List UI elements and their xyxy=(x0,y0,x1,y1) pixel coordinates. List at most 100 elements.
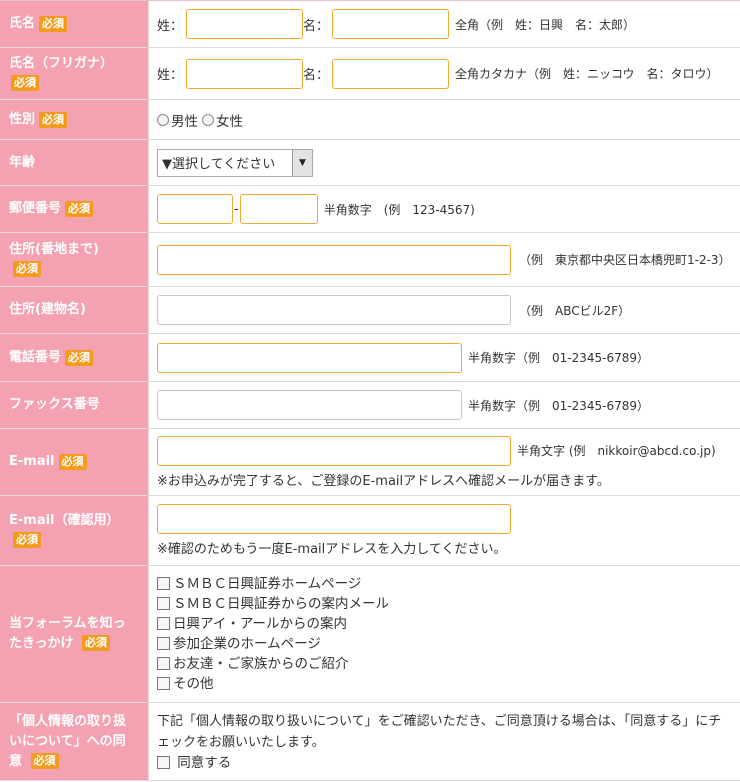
label-email-text: E-mail xyxy=(9,454,55,469)
zip-separator: - xyxy=(234,201,239,217)
row-privacy: 「個人情報の取り扱いについて」への同意 必須 下記「個人情報の取り扱いについて」… xyxy=(0,703,740,781)
address-hint: （例 東京都中央区日本橋兜町1-2-3） xyxy=(519,253,731,267)
building-hint: （例 ABCビル2F） xyxy=(519,303,631,318)
row-email: E-mail 必須 半角文字 (例 nikkoir@abcd.co.jp) ※お… xyxy=(0,429,740,496)
row-email-confirm: E-mail（確認用） 必須 ※確認のためもう一度E-mailアドレスを入力して… xyxy=(0,496,740,566)
source-checkbox[interactable] xyxy=(157,677,170,690)
address-input[interactable] xyxy=(157,244,511,275)
label-phone: 電話番号 必須 xyxy=(0,334,149,381)
label-furigana: 氏名（フリガナ） 必須 xyxy=(0,48,149,99)
required-badge: 必須 xyxy=(13,531,41,548)
chevron-down-icon[interactable]: ▼ xyxy=(292,149,312,176)
label-email-confirm: E-mail（確認用） 必須 xyxy=(0,496,149,565)
phone-hint: 半角数字（例 01-2345-6789） xyxy=(468,351,650,365)
first-name-input[interactable] xyxy=(332,9,450,39)
agree-checkbox[interactable] xyxy=(157,755,170,769)
required-badge: 必須 xyxy=(58,454,87,470)
source-option-label: ＳＭＢＣ日興証券ホームページ xyxy=(173,576,362,592)
source-option: 参加企業のホームページ xyxy=(157,634,740,654)
source-checkbox[interactable] xyxy=(157,617,170,630)
row-age: 年齢 ▼選択してください ▼ xyxy=(0,140,740,186)
building-input[interactable] xyxy=(157,295,511,325)
label-fax-text: ファックス番号 xyxy=(9,397,100,412)
agree-option: 同意する xyxy=(157,753,730,773)
label-privacy-text: 「個人情報の取り扱いについて」への同意 xyxy=(9,713,127,769)
row-building: 住所(建物名) （例 ABCビル2F） xyxy=(0,287,740,334)
required-badge: 必須 xyxy=(39,111,68,128)
label-age: 年齢 xyxy=(0,140,149,185)
label-age-text: 年齢 xyxy=(9,154,36,170)
email-input[interactable] xyxy=(157,435,511,466)
label-zip-text: 郵便番号 xyxy=(9,201,62,216)
first-name-kana-input[interactable] xyxy=(332,58,450,89)
email-note: ※お申込みが完了すると、ご登録のE-mailアドレスへ確認メールが届きます。 xyxy=(157,473,610,489)
label-gender: 性別 必須 xyxy=(0,100,149,139)
source-checkbox[interactable] xyxy=(157,637,170,650)
label-phone-text: 電話番号 xyxy=(9,349,62,365)
required-badge: 必須 xyxy=(82,635,111,651)
label-source: 当フォーラムを知ったきっかけ 必須 xyxy=(0,566,149,702)
content-furigana: 姓： 名： 全角カタカナ（例 姓：ニッコウ 名：タロウ） xyxy=(149,48,740,99)
email-confirm-input[interactable] xyxy=(157,504,511,534)
source-checkbox[interactable] xyxy=(157,657,170,670)
label-furigana-text: 氏名（フリガナ） xyxy=(9,55,114,71)
sei-label: 姓： xyxy=(157,18,184,34)
female-radio[interactable] xyxy=(202,113,214,126)
source-option: ＳＭＢＣ日興証券からの案内メール xyxy=(157,594,740,614)
label-privacy: 「個人情報の取り扱いについて」への同意 必須 xyxy=(0,703,149,780)
source-checkbox[interactable] xyxy=(157,577,170,590)
row-address: 住所(番地まで) 必須 （例 東京都中央区日本橋兜町1-2-3） xyxy=(0,233,740,287)
fax-hint: 半角数字（例 01-2345-6789） xyxy=(468,398,650,413)
content-gender: 男性 女性 xyxy=(149,100,740,139)
male-radio[interactable] xyxy=(157,113,169,126)
female-label: 女性 xyxy=(216,113,243,130)
source-option: その他 xyxy=(157,674,740,694)
required-badge: 必須 xyxy=(39,16,68,32)
label-name: 氏名 必須 xyxy=(0,1,149,47)
furigana-hint: 全角カタカナ（例 姓：ニッコウ 名：タロウ） xyxy=(455,67,719,81)
zip-hint: 半角数字 (例 123-4567) xyxy=(323,202,475,217)
last-name-kana-input[interactable] xyxy=(186,58,304,89)
age-select-value: ▼選択してください xyxy=(162,157,276,172)
required-badge: 必須 xyxy=(65,201,94,217)
sei-kana-label: 姓： xyxy=(157,68,184,83)
label-name-text: 氏名 xyxy=(9,16,36,31)
male-label: 男性 xyxy=(171,113,198,130)
last-name-input[interactable] xyxy=(186,9,304,39)
content-privacy: 下記「個人情報の取り扱いについて」をご確認いただき、ご同意頂ける場合は、「同意す… xyxy=(149,703,740,780)
row-zip: 郵便番号 必須 - 半角数字 (例 123-4567) xyxy=(0,186,740,233)
content-phone: 半角数字（例 01-2345-6789） xyxy=(149,334,740,381)
content-fax: 半角数字（例 01-2345-6789） xyxy=(149,382,740,428)
zip-second-input[interactable] xyxy=(239,194,318,224)
phone-input[interactable] xyxy=(157,342,462,373)
content-email: 半角文字 (例 nikkoir@abcd.co.jp) ※お申込みが完了すると、… xyxy=(149,429,740,495)
source-option-label: 日興アイ・アールからの案内 xyxy=(173,616,348,632)
row-phone: 電話番号 必須 半角数字（例 01-2345-6789） xyxy=(0,334,740,382)
source-option-label: お友達・ご家族からのご紹介 xyxy=(173,656,349,672)
source-option-label: ＳＭＢＣ日興証券からの案内メール xyxy=(173,596,389,612)
label-zip: 郵便番号 必須 xyxy=(0,186,149,232)
age-select[interactable]: ▼選択してください ▼ xyxy=(157,148,313,177)
label-email: E-mail 必須 xyxy=(0,429,149,495)
label-address-text: 住所(番地まで) xyxy=(9,241,99,257)
required-badge: 必須 xyxy=(11,74,39,91)
row-source: 当フォーラムを知ったきっかけ 必須 ＳＭＢＣ日興証券ホームページ ＳＭＢＣ日興証… xyxy=(0,566,740,703)
required-badge: 必須 xyxy=(13,260,41,277)
email-confirm-note: ※確認のためもう一度E-mailアドレスを入力してください。 xyxy=(157,542,507,557)
privacy-text: 下記「個人情報の取り扱いについて」をご確認いただき、ご同意頂ける場合は、「同意す… xyxy=(157,713,722,750)
email-hint: 半角文字 (例 nikkoir@abcd.co.jp) xyxy=(517,444,716,458)
required-badge: 必須 xyxy=(30,752,59,769)
required-badge: 必須 xyxy=(65,349,94,366)
source-option-label: 参加企業のホームページ xyxy=(173,636,321,652)
agree-label: 同意する xyxy=(177,754,232,771)
source-option-label: その他 xyxy=(173,676,214,692)
label-fax: ファックス番号 xyxy=(0,382,149,428)
label-gender-text: 性別 xyxy=(9,111,36,127)
source-checkbox[interactable] xyxy=(157,597,170,610)
zip-first-input[interactable] xyxy=(157,194,233,224)
registration-form: 氏名 必須 姓： 名： 全角（例 姓：日興 名：太郎） 氏名（フリガナ） 必須 … xyxy=(0,0,740,781)
label-building: 住所(建物名) xyxy=(0,287,149,333)
label-address: 住所(番地まで) 必須 xyxy=(0,233,149,286)
mei-kana-label: 名： xyxy=(303,68,330,83)
fax-input[interactable] xyxy=(157,390,462,420)
